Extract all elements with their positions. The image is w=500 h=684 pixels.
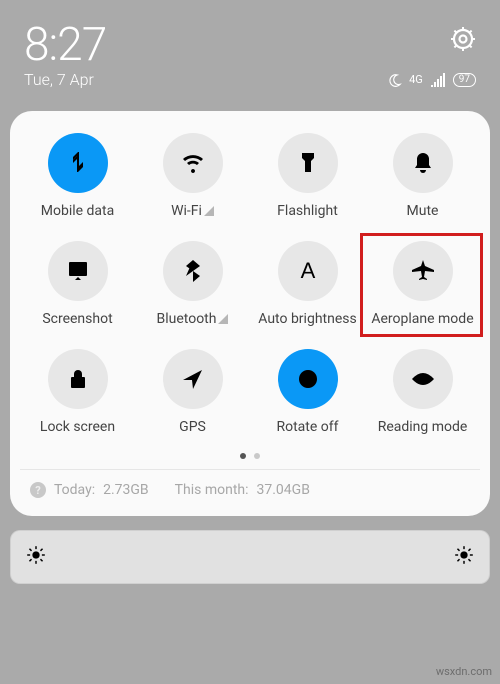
status-indicators: 4G 97 <box>387 71 476 89</box>
tile-bluetooth[interactable]: Bluetooth <box>135 241 250 327</box>
tile-rotate-off[interactable]: Rotate off <box>250 349 365 435</box>
tile-mobile-data[interactable]: Mobile data <box>20 133 135 219</box>
usage-month-label: This month: <box>175 482 249 498</box>
bell-icon <box>393 133 453 193</box>
status-date: Tue, 7 Apr <box>24 70 94 89</box>
page-dot-1 <box>240 453 246 459</box>
quick-settings-panel: Mobile data Wi-Fi Flashlight Mute Screenshot… <box>10 111 490 516</box>
gear-icon <box>450 26 476 52</box>
tile-label: Auto brightness <box>258 311 356 327</box>
expand-triangle-icon <box>218 314 228 324</box>
clock-time: 8:27 <box>24 18 106 72</box>
tile-label: Mute <box>407 203 439 219</box>
tile-aeroplane-mode[interactable]: Aeroplane mode <box>365 241 480 327</box>
tile-wi-fi[interactable]: Wi-Fi <box>135 133 250 219</box>
quick-settings-grid: Mobile data Wi-Fi Flashlight Mute Screenshot… <box>20 133 480 435</box>
usage-today-label: Today: <box>54 482 95 498</box>
screenshot-icon <box>48 241 108 301</box>
tile-flashlight[interactable]: Flashlight <box>250 133 365 219</box>
flashlight-icon <box>278 133 338 193</box>
page-indicator[interactable] <box>20 453 480 459</box>
network-type: 4G <box>409 73 423 86</box>
tile-label: Lock screen <box>40 419 115 435</box>
signal-icon <box>429 71 447 89</box>
rotate-icon <box>278 349 338 409</box>
tile-label: Bluetooth <box>157 311 229 327</box>
usage-today-value: 2.73GB <box>103 482 149 498</box>
airplane-icon <box>393 241 453 301</box>
brightness-slider[interactable] <box>10 530 490 584</box>
letterA-icon <box>278 241 338 301</box>
tile-label: Flashlight <box>277 203 338 219</box>
brightness-low-icon <box>25 544 47 570</box>
watermark: wsxdn.com <box>436 665 492 678</box>
mobiledata-icon <box>48 133 108 193</box>
bluetooth-icon <box>163 241 223 301</box>
settings-button[interactable] <box>450 26 476 56</box>
tile-label: Rotate off <box>276 419 338 435</box>
battery-level: 97 <box>453 73 476 87</box>
data-usage-row[interactable]: ? Today: 2.73GB This month: 37.04GB <box>20 469 480 500</box>
tile-gps[interactable]: GPS <box>135 349 250 435</box>
nav-icon <box>163 349 223 409</box>
tile-auto-brightness[interactable]: Auto brightness <box>250 241 365 327</box>
tile-label: GPS <box>179 419 206 435</box>
wifi-icon <box>163 133 223 193</box>
page-dot-2 <box>254 453 260 459</box>
dnd-moon-icon <box>387 72 403 88</box>
lock-icon <box>48 349 108 409</box>
tile-reading-mode[interactable]: Reading mode <box>365 349 480 435</box>
expand-triangle-icon <box>204 206 214 216</box>
tile-label: Screenshot <box>42 311 112 327</box>
tile-screenshot[interactable]: Screenshot <box>20 241 135 327</box>
tile-mute[interactable]: Mute <box>365 133 480 219</box>
tile-label: Mobile data <box>41 203 114 219</box>
brightness-high-icon <box>453 544 475 570</box>
usage-month-value: 37.04GB <box>257 482 310 498</box>
eye-icon <box>393 349 453 409</box>
info-icon: ? <box>30 482 46 498</box>
status-bar: 8:27 Tue, 7 Apr 4G 97 <box>0 0 500 97</box>
tile-label: Aeroplane mode <box>371 311 473 327</box>
tile-label: Reading mode <box>378 419 468 435</box>
tile-lock-screen[interactable]: Lock screen <box>20 349 135 435</box>
tile-label: Wi-Fi <box>171 203 214 219</box>
